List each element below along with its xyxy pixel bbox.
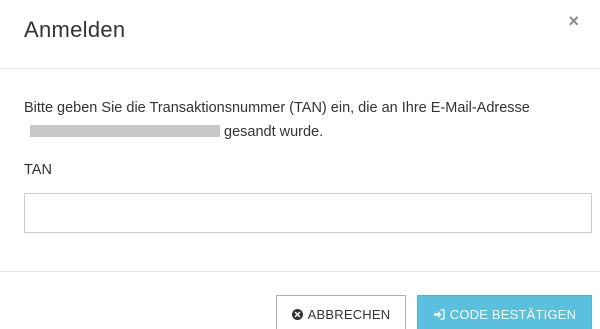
login-dialog: Anmelden × Bitte geben Sie die Transakti…	[0, 0, 600, 329]
dialog-title: Anmelden	[24, 17, 126, 42]
footer-divider	[0, 271, 600, 272]
close-icon[interactable]: ×	[568, 12, 579, 30]
message-part-2: gesandt wurde.	[224, 124, 324, 140]
cancel-button-label: ABBRECHEN	[307, 306, 391, 322]
tan-input[interactable]	[24, 193, 592, 233]
times-circle-icon	[291, 308, 303, 320]
confirm-code-button[interactable]: CODE BESTÄTIGEN	[417, 295, 592, 329]
tan-label: TAN	[24, 162, 52, 178]
dialog-header: Anmelden ×	[0, 0, 600, 69]
sign-in-icon	[433, 308, 445, 320]
dialog-body: Bitte geben Sie die Transaktionsnummer (…	[24, 96, 584, 144]
cancel-button[interactable]: ABBRECHEN	[276, 295, 406, 329]
tan-instruction-text: Bitte geben Sie die Transaktionsnummer (…	[24, 96, 584, 144]
confirm-button-label: CODE BESTÄTIGEN	[449, 306, 577, 322]
message-part-1: Bitte geben Sie die Transaktionsnummer (…	[24, 100, 530, 116]
redacted-email	[30, 125, 220, 137]
